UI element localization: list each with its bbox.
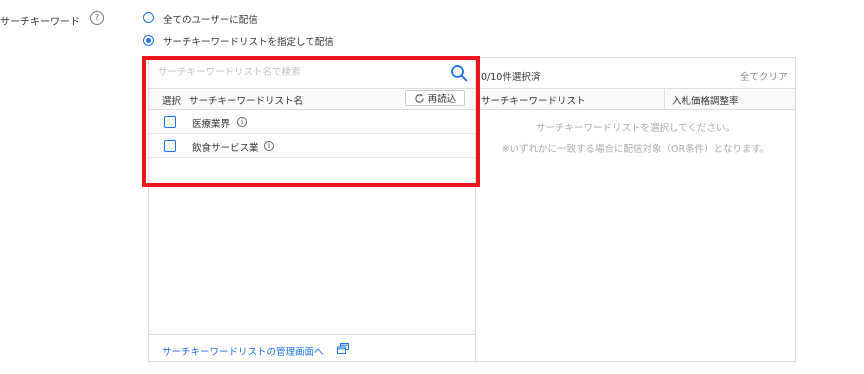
radio-specify-list[interactable] xyxy=(143,35,154,46)
open-window-icon[interactable] xyxy=(337,343,349,354)
column-separator xyxy=(664,89,665,109)
radio-specify-list-label: サーチキーワードリストを指定して配信 xyxy=(163,37,334,48)
empty-state-message: サーチキーワードリストを選択してください。 xyxy=(536,123,735,134)
radio-all-users[interactable] xyxy=(143,12,154,23)
highlight-box xyxy=(142,56,480,187)
empty-state-note: ※いずれかに一致する場合に配信対象（OR条件）となります。 xyxy=(501,144,770,155)
radio-all-users-label: 全てのユーザーに配信 xyxy=(163,15,258,26)
manage-page-link[interactable]: サーチキーワードリストの管理画面へ xyxy=(162,344,324,358)
help-icon[interactable]: ? xyxy=(90,11,104,25)
selected-count: 0/10件選択済 xyxy=(481,72,541,83)
column-header-keyword-list: サーチキーワードリスト xyxy=(481,96,586,107)
column-header-bid-adjustment: 入札価格調整率 xyxy=(672,96,739,107)
field-label: サーチキーワード xyxy=(0,17,80,28)
clear-all-button[interactable]: 全てクリア xyxy=(740,69,788,83)
footer-divider xyxy=(149,334,475,335)
